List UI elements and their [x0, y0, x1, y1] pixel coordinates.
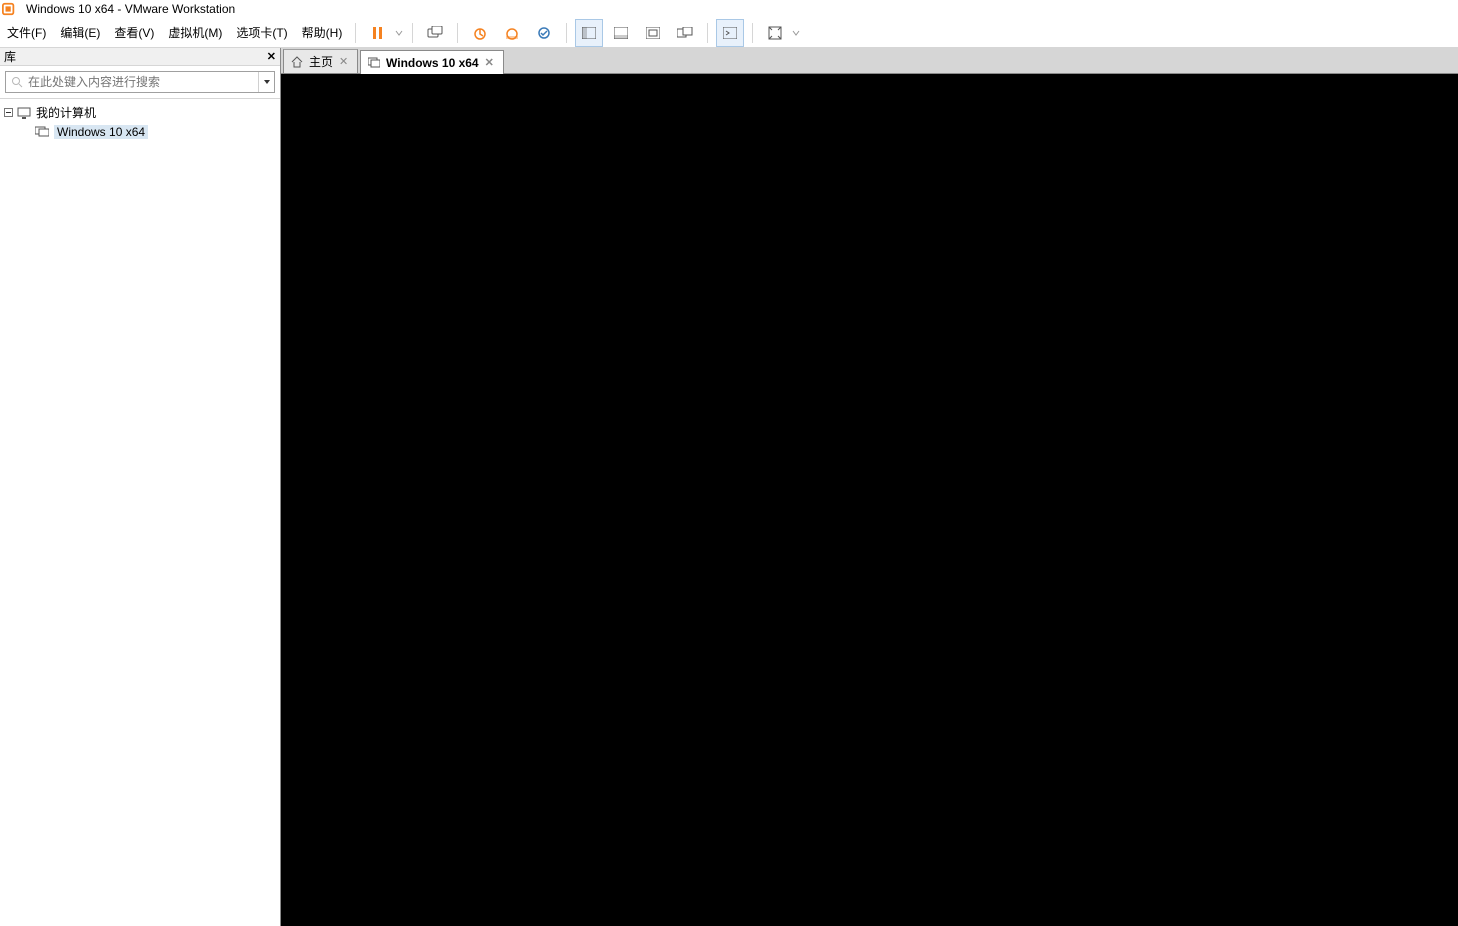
tab-close-button[interactable]: ✕ [339, 55, 351, 68]
tab-label: Windows 10 x64 [386, 56, 479, 70]
separator [355, 23, 356, 43]
titlebar: Windows 10 x64 - VMware Workstation [0, 0, 1458, 18]
library-title: 库 [4, 48, 16, 65]
close-library-button[interactable]: ✕ [267, 50, 276, 63]
power-dropdown[interactable] [394, 19, 404, 47]
search-dropdown[interactable] [258, 72, 274, 92]
tab-windows10[interactable]: Windows 10 x64 ✕ [360, 50, 504, 74]
tree-item-label: Windows 10 x64 [54, 125, 148, 139]
fullscreen-dropdown[interactable] [791, 19, 801, 47]
separator [457, 23, 458, 43]
tab-strip: 主页 ✕ Windows 10 x64 ✕ [281, 48, 1458, 74]
menu-help[interactable]: 帮助(H) [295, 18, 350, 47]
vm-monitor-icon [34, 125, 50, 139]
search-icon [6, 76, 28, 88]
menubar: 文件(F) 编辑(E) 查看(V) 虚拟机(M) 选项卡(T) 帮助(H) [0, 18, 1458, 48]
separator [566, 23, 567, 43]
show-console-view-button[interactable] [639, 19, 667, 47]
library-header: 库 ✕ [0, 48, 280, 66]
show-library-button[interactable] [575, 19, 603, 47]
tree-root-label: 我的计算机 [36, 104, 96, 121]
library-panel: 库 ✕ [0, 48, 281, 926]
vm-display[interactable] [281, 74, 1458, 926]
separator [752, 23, 753, 43]
separator [707, 23, 708, 43]
window-title: Windows 10 x64 - VMware Workstation [26, 2, 235, 16]
library-tree: 我的计算机 Windows 10 x64 [0, 99, 280, 926]
workspace: 库 ✕ [0, 48, 1458, 926]
show-thumbnail-bar-button[interactable] [607, 19, 635, 47]
menu-file[interactable]: 文件(F) [0, 18, 53, 47]
tree-root-my-computer[interactable]: 我的计算机 [2, 103, 278, 122]
library-search[interactable] [5, 71, 275, 93]
home-icon [290, 55, 304, 69]
library-search-input[interactable] [28, 75, 258, 89]
separator [412, 23, 413, 43]
tree-item-vm[interactable]: Windows 10 x64 [2, 122, 278, 141]
pause-button[interactable] [364, 19, 392, 47]
content-area: 主页 ✕ Windows 10 x64 ✕ [281, 48, 1458, 926]
tab-home[interactable]: 主页 ✕ [283, 49, 358, 73]
send-ctrl-alt-del-button[interactable] [421, 19, 449, 47]
revert-snapshot-button[interactable] [498, 19, 526, 47]
fullscreen-button[interactable] [761, 19, 789, 47]
monitor-icon [367, 56, 381, 70]
collapse-icon[interactable] [2, 107, 14, 119]
multi-monitor-button[interactable] [671, 19, 699, 47]
console-button[interactable] [716, 19, 744, 47]
take-snapshot-button[interactable] [466, 19, 494, 47]
menu-edit[interactable]: 编辑(E) [53, 18, 107, 47]
tab-label: 主页 [309, 53, 333, 70]
app-icon [2, 2, 16, 16]
menu-vm[interactable]: 虚拟机(M) [161, 18, 229, 47]
menu-view[interactable]: 查看(V) [107, 18, 161, 47]
tab-close-button[interactable]: ✕ [485, 56, 497, 69]
manage-snapshots-button[interactable] [530, 19, 558, 47]
monitor-icon [16, 106, 32, 120]
menu-tabs[interactable]: 选项卡(T) [229, 18, 294, 47]
